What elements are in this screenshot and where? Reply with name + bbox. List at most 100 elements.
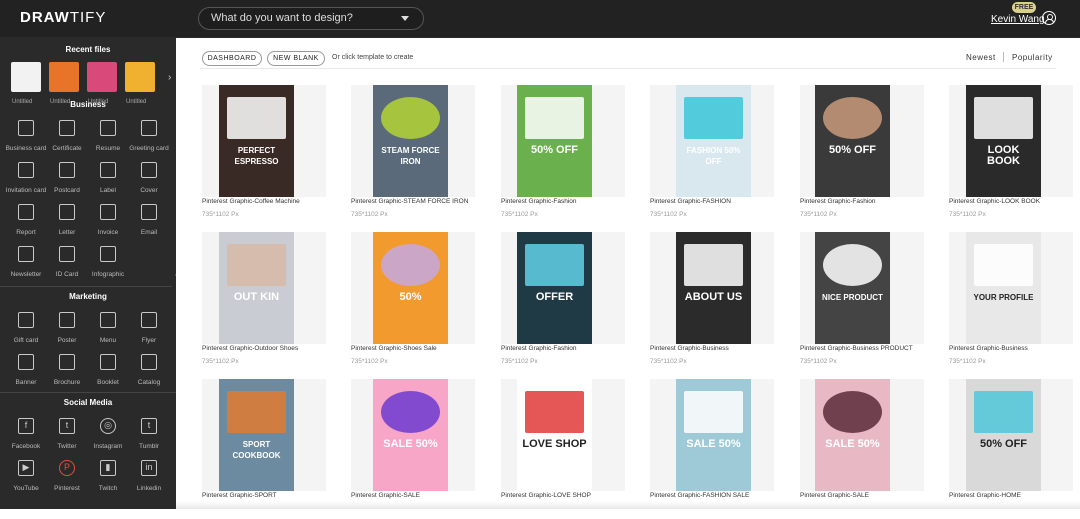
chevron-right-icon[interactable]: ›: [168, 72, 171, 83]
tool-twitter[interactable]: t Twitter: [44, 418, 90, 450]
sort-newest[interactable]: Newest: [966, 53, 996, 62]
tool-linkedin[interactable]: in Linkedin: [126, 460, 172, 492]
tool-banner[interactable]: Banner: [3, 354, 49, 386]
template-preview[interactable]: OFFER: [501, 232, 625, 344]
tool-label[interactable]: Label: [85, 162, 131, 194]
template-preview[interactable]: LOOK BOOK: [949, 85, 1073, 197]
template-name[interactable]: Pinterest Graphic-FASHION SALE: [650, 492, 749, 499]
template-preview[interactable]: LOVE SHOP: [501, 379, 625, 491]
tool-business-card[interactable]: Business card: [3, 120, 49, 152]
tool-invoice[interactable]: Invoice: [85, 204, 131, 236]
template-preview[interactable]: YOUR PROFILE: [949, 232, 1073, 344]
dashboard-button[interactable]: DASHBOARD: [202, 51, 262, 66]
template-name[interactable]: Pinterest Graphic-Business: [949, 345, 1028, 352]
template-name[interactable]: Pinterest Graphic-SPORT: [202, 492, 277, 499]
tool-booklet[interactable]: Booklet: [85, 354, 131, 386]
template-preview[interactable]: SPORT COOKBOOK: [202, 379, 326, 491]
template-name[interactable]: Pinterest Graphic-SALE: [351, 492, 420, 499]
new-blank-button[interactable]: NEW BLANK: [267, 51, 325, 66]
tool-twitch[interactable]: ▮ Twitch: [85, 460, 131, 492]
template-preview[interactable]: SALE 50%: [650, 379, 774, 491]
username-link[interactable]: Kevin Wang: [991, 14, 1045, 25]
template-card[interactable]: LOVE SHOP Pinterest Graphic-LOVE SHOP: [501, 379, 625, 519]
template-card[interactable]: SALE 50% Pinterest Graphic-FASHION SALE: [650, 379, 774, 519]
template-preview[interactable]: STEAM FORCE IRON: [351, 85, 475, 197]
template-preview[interactable]: ABOUT US: [650, 232, 774, 344]
tool-tumblr[interactable]: t Tumblr: [126, 418, 172, 450]
tool-invitation-card[interactable]: Invitation card: [3, 162, 49, 194]
template-card[interactable]: 50% OFF Pinterest Graphic-Fashion 735*1102…: [800, 85, 924, 225]
template-preview[interactable]: 50%: [351, 232, 475, 344]
template-name[interactable]: Pinterest Graphic-Business: [650, 345, 729, 352]
search-dropdown[interactable]: What do you want to design?: [198, 7, 424, 30]
tool-gift-card[interactable]: Gift card: [3, 312, 49, 344]
tool-facebook[interactable]: f Facebook: [3, 418, 49, 450]
template-name[interactable]: Pinterest Graphic-STEAM FORCE IRON: [351, 198, 468, 205]
template-name[interactable]: Pinterest Graphic-HOME: [949, 492, 1021, 499]
template-preview[interactable]: 50% OFF: [800, 85, 924, 197]
template-preview[interactable]: NICE PRODUCT: [800, 232, 924, 344]
recent-file-thumbnail[interactable]: [49, 62, 79, 92]
template-card[interactable]: SALE 50% Pinterest Graphic-SALE: [800, 379, 924, 519]
template-name[interactable]: Pinterest Graphic-Fashion: [501, 345, 577, 352]
template-card[interactable]: OFFER Pinterest Graphic-Fashion 735*1102 P…: [501, 232, 625, 372]
template-card[interactable]: PERFECT ESPRESSO Pinterest Graphic-Coffee…: [202, 85, 326, 225]
template-card[interactable]: ABOUT US Pinterest Graphic-Business 735*11…: [650, 232, 774, 372]
tool-report[interactable]: Report: [3, 204, 49, 236]
recent-file-thumbnail[interactable]: [11, 62, 41, 92]
template-name[interactable]: Pinterest Graphic-Outdoor Shoes: [202, 345, 298, 352]
tool-postcard[interactable]: Postcard: [44, 162, 90, 194]
template-name[interactable]: Pinterest Graphic-Coffee Machine: [202, 198, 300, 205]
tool-certificate[interactable]: Certificate: [44, 120, 90, 152]
template-name[interactable]: Pinterest Graphic-LOOK BOOK: [949, 198, 1040, 205]
template-preview[interactable]: 50% OFF: [949, 379, 1073, 491]
template-name[interactable]: Pinterest Graphic-Business PRODUCT: [800, 345, 913, 352]
tool-cover[interactable]: Cover: [126, 162, 172, 194]
template-card[interactable]: LOOK BOOK Pinterest Graphic-LOOK BOOK 735*…: [949, 85, 1073, 225]
sort-popularity[interactable]: Popularity: [1012, 53, 1053, 62]
tool-resume[interactable]: Resume: [85, 120, 131, 152]
logo[interactable]: DRAWTIFY: [20, 9, 106, 26]
template-name[interactable]: Pinterest Graphic-Fashion: [800, 198, 876, 205]
template-card[interactable]: OUT KIN Pinterest Graphic-Outdoor Shoes 73…: [202, 232, 326, 372]
recent-file-thumbnail[interactable]: [125, 62, 155, 92]
poster-headline: 50% OFF: [828, 144, 877, 156]
tool-letter[interactable]: Letter: [44, 204, 90, 236]
tool-catalog[interactable]: Catalog: [126, 354, 172, 386]
template-preview[interactable]: 50% OFF: [501, 85, 625, 197]
tool-instagram[interactable]: ◎ Instagram: [85, 418, 131, 450]
template-name[interactable]: Pinterest Graphic-Fashion: [501, 198, 577, 205]
template-name[interactable]: Pinterest Graphic-SALE: [800, 492, 869, 499]
recent-file-thumbnail[interactable]: [87, 62, 117, 92]
template-card[interactable]: 50% Pinterest Graphic-Shoes Sale 735*1102 …: [351, 232, 475, 372]
template-preview[interactable]: SALE 50%: [351, 379, 475, 491]
template-card[interactable]: SPORT COOKBOOK Pinterest Graphic-SPORT: [202, 379, 326, 519]
tool-greeting-card[interactable]: Greeting card: [126, 120, 172, 152]
tool-flyer[interactable]: Flyer: [126, 312, 172, 344]
template-card[interactable]: NICE PRODUCT Pinterest Graphic-Business P…: [800, 232, 924, 372]
template-card[interactable]: YOUR PROFILE Pinterest Graphic-Business 73…: [949, 232, 1073, 372]
template-card[interactable]: SALE 50% Pinterest Graphic-SALE: [351, 379, 475, 519]
template-card[interactable]: 50% OFF Pinterest Graphic-HOME: [949, 379, 1073, 519]
sort-divider: [1003, 52, 1004, 62]
template-card[interactable]: FASHION 50% OFF Pinterest Graphic-FASHION…: [650, 85, 774, 225]
template-name[interactable]: Pinterest Graphic-Shoes Sale: [351, 345, 437, 352]
template-name[interactable]: Pinterest Graphic-FASHION: [650, 198, 731, 205]
template-preview[interactable]: PERFECT ESPRESSO: [202, 85, 326, 197]
template-preview[interactable]: SALE 50%: [800, 379, 924, 491]
template-preview[interactable]: FASHION 50% OFF: [650, 85, 774, 197]
template-name[interactable]: Pinterest Graphic-LOVE SHOP: [501, 492, 591, 499]
tool-id-card[interactable]: ID Card: [44, 246, 90, 278]
tool-youtube[interactable]: ▶ YouTube: [3, 460, 49, 492]
tool-poster[interactable]: Poster: [44, 312, 90, 344]
template-card[interactable]: STEAM FORCE IRON Pinterest Graphic-STEAM …: [351, 85, 475, 225]
tool-menu[interactable]: Menu: [85, 312, 131, 344]
user-icon[interactable]: [1042, 11, 1056, 25]
tool-pinterest[interactable]: P Pinterest: [44, 460, 90, 492]
tool-brochure[interactable]: Brochure: [44, 354, 90, 386]
tool-email[interactable]: Email: [126, 204, 172, 236]
template-preview[interactable]: OUT KIN: [202, 232, 326, 344]
tool-newsletter[interactable]: Newsletter: [3, 246, 49, 278]
template-card[interactable]: 50% OFF Pinterest Graphic-Fashion 735*1102…: [501, 85, 625, 225]
tool-infographic[interactable]: Infographic: [85, 246, 131, 278]
